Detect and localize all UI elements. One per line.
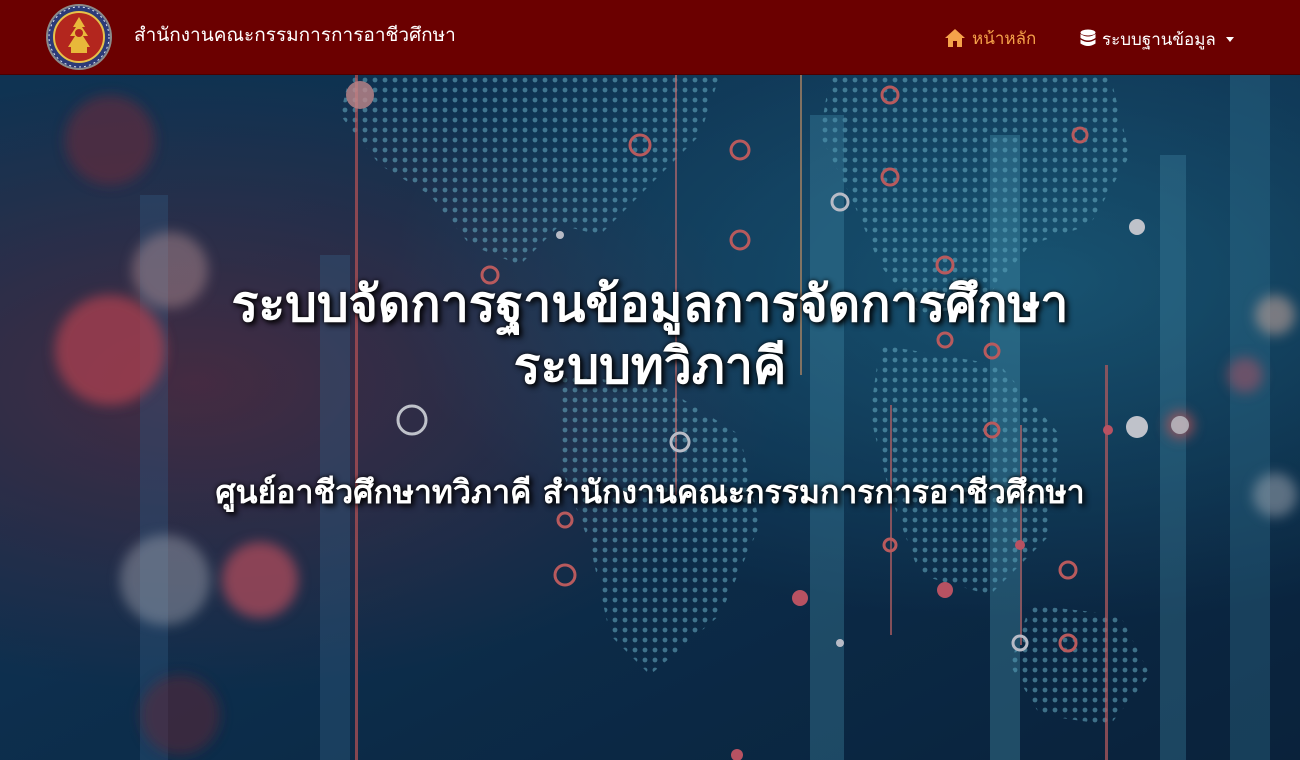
hero-subtitle: ศูนย์อาชีวศึกษาทวิภาคี สำนักงานคณะกรรมกา… <box>215 473 1085 511</box>
hero-title-line-2: ระบบทวิภาคี <box>513 337 787 395</box>
brand-title[interactable]: สำนักงานคณะกรรมการการอาชีวศึกษา <box>134 22 456 48</box>
caret-down-icon <box>1225 37 1234 42</box>
nav-home-label: หน้าหลัก <box>972 28 1037 49</box>
top-navbar: สำนักงานคณะกรรมการการอาชีวศึกษา หน้าหลัก… <box>0 0 1300 75</box>
nav-database-label: ระบบฐานข้อมูล <box>1102 29 1216 50</box>
hero-overlay <box>0 75 1300 760</box>
database-icon <box>1080 29 1096 46</box>
nav-home-link[interactable]: หน้าหลัก <box>944 25 1036 51</box>
nav-database-dropdown[interactable]: ระบบฐานข้อมูล <box>1080 26 1234 52</box>
hero-title-line-1: ระบบจัดการฐานข้อมูลการจัดการศึกษา <box>231 275 1069 333</box>
home-icon <box>945 29 965 47</box>
ovec-seal-logo[interactable] <box>44 3 114 71</box>
hero-banner: ระบบจัดการฐานข้อมูลการจัดการศึกษา ระบบทว… <box>0 75 1300 760</box>
hero-title: ระบบจัดการฐานข้อมูลการจัดการศึกษา ระบบทว… <box>0 273 1300 397</box>
